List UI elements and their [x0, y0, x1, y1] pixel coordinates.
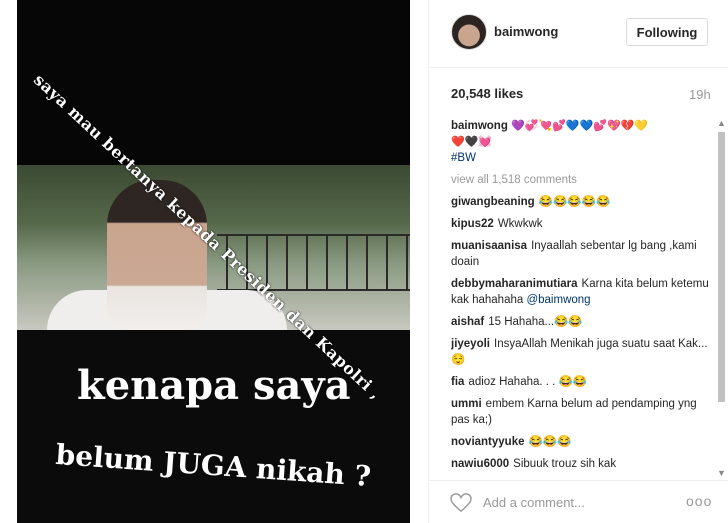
list-item: kipus22 Wkwkwk [451, 216, 716, 232]
view-all-comments-link[interactable]: view all 1,518 comments [451, 172, 716, 188]
comment-text: adioz Hahaha. . . 😂😂 [468, 376, 588, 388]
post-time[interactable]: 19h [689, 87, 711, 102]
comment-username[interactable]: aishaf [451, 316, 484, 328]
comment-bar: Add a comment... ooo [429, 480, 728, 523]
comment-username[interactable]: ummi [451, 398, 482, 410]
more-options-icon[interactable]: ooo [686, 493, 712, 509]
comment-username[interactable]: muanisaanisa [451, 240, 527, 252]
list-item: fia adioz Hahaha. . . 😂😂 [451, 374, 716, 390]
comment-username[interactable]: fia [451, 376, 464, 388]
scroll-up-icon[interactable]: ▲ [717, 118, 726, 128]
caption-emojis-2: ❤️🖤💓 [451, 136, 493, 148]
list-item: giwangbeaning 😂😂😂😂😂 [451, 194, 716, 210]
comment-text: Sibuuk trouz sih kak [513, 458, 617, 470]
list-item: aishaf 15 Hahaha...😂😂 [451, 314, 716, 330]
comment-text: 😂😂😂 [528, 436, 572, 448]
caption: baimwong 💜💞💘💕💙💙💕💖💔💛 ❤️🖤💓 #BW [451, 118, 716, 166]
list-item: nawiu6000 Sibuuk trouz sih kak [451, 456, 716, 472]
avatar[interactable] [451, 14, 487, 50]
comment-username[interactable]: jiyeyoli [451, 338, 490, 350]
comment-username[interactable]: nawiu6000 [451, 458, 509, 470]
add-comment-input[interactable]: Add a comment... [483, 495, 585, 510]
post-image[interactable]: saya mau bertanya kepada Presiden dan Ka… [17, 0, 410, 523]
comments-list[interactable]: baimwong 💜💞💘💕💙💙💕💖💔💛 ❤️🖤💓 #BW view all 1,… [451, 118, 716, 478]
comment-username[interactable]: debbymaharanimutiara [451, 278, 578, 290]
caption-hashtag[interactable]: #BW [451, 152, 476, 164]
comment-username[interactable]: noviantyyuke [451, 436, 525, 448]
heart-icon[interactable] [449, 493, 473, 513]
list-item: debbymaharanimutiara Karna kita belum ket… [451, 276, 716, 308]
scroll-down-icon[interactable]: ▼ [717, 468, 726, 478]
comment-text: 😂😂😂😂😂 [538, 196, 611, 208]
list-item: jiyeyoli InsyaAllah Menikah juga suatu sa… [451, 336, 716, 368]
comment-username[interactable]: giwangbeaning [451, 196, 535, 208]
post-side-panel: baimwong Following 20,548 likes 19h baim… [428, 0, 728, 523]
list-item: ummi embem Karna belum ad pendamping yng … [451, 396, 716, 428]
comment-text: 15 Hahaha...😂😂 [488, 316, 583, 328]
comment-username[interactable]: kipus22 [451, 218, 494, 230]
instagram-post-window: saya mau bertanya kepada Presiden dan Ka… [0, 0, 728, 523]
scrollbar-thumb[interactable] [718, 132, 725, 402]
comments-scrollbar[interactable]: ▲ ▼ [715, 118, 727, 478]
comment-mention[interactable]: @baimwong [526, 294, 590, 306]
list-item: muanisaanisa Inyaallah sebentar lg bang ,… [451, 238, 716, 270]
comment-text: embem Karna belum ad pendamping yng pas … [451, 398, 697, 426]
post-photo-panel: saya mau bertanya kepada Presiden dan Ka… [0, 0, 428, 523]
caption-emojis-1: 💜💞💘💕💙💙💕💖💔💛 [511, 120, 649, 132]
following-button[interactable]: Following [626, 18, 708, 46]
photo-headline-1: kenapa saya [77, 362, 351, 409]
comment-text: Wkwkwk [497, 218, 543, 230]
likes-count[interactable]: 20,548 likes [451, 86, 523, 101]
caption-username[interactable]: baimwong [451, 120, 508, 132]
list-item: noviantyyuke 😂😂😂 [451, 434, 716, 450]
header-username[interactable]: baimwong [494, 24, 558, 39]
post-header: baimwong Following [429, 0, 728, 68]
